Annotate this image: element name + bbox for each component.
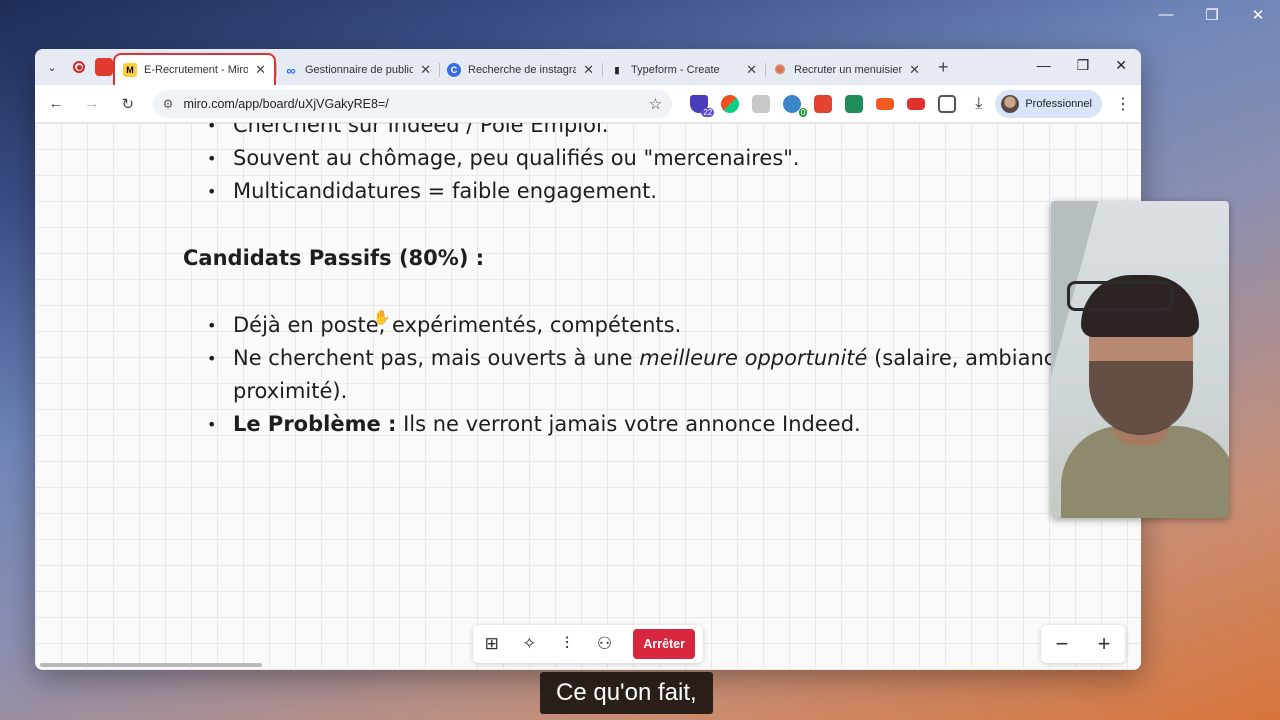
site-settings-icon[interactable]: ⚙ bbox=[163, 97, 174, 111]
url-text[interactable]: miro.com/app/board/uXjVGakyRE8=/ bbox=[183, 97, 638, 111]
bottom-toolbar: ⊞ ✧ ⫶ ⚇ Arrêter bbox=[473, 625, 703, 663]
profile-name: Professionnel bbox=[1025, 97, 1092, 110]
browser-restore-button[interactable]: ❐ bbox=[1077, 57, 1090, 74]
shapes-add-icon[interactable]: ⊞ bbox=[481, 634, 503, 654]
tab-instagram-search[interactable]: C Recherche de instagram ✕ bbox=[439, 55, 602, 85]
download-icon[interactable]: ⤓ bbox=[975, 95, 982, 113]
bullet-text: Ils ne verront jamais votre annonce Inde… bbox=[396, 412, 861, 436]
webcam-overlay bbox=[1051, 201, 1229, 518]
new-tab-button[interactable]: + bbox=[938, 57, 949, 78]
address-bar[interactable]: ⚙ miro.com/app/board/uXjVGakyRE8=/ ☆ bbox=[152, 89, 673, 118]
bullet-text: Ne cherchent pas, mais ouverts à une bbox=[233, 346, 640, 370]
puzzle-extensions-icon[interactable] bbox=[938, 94, 957, 113]
browser-window: ⌄ M E-Recrutement - Miro ✕ ∞ Gestionnair… bbox=[35, 49, 1141, 670]
typeform-icon: ▮ bbox=[614, 64, 620, 75]
reload-icon[interactable]: ↻ bbox=[117, 95, 139, 113]
os-restore-button[interactable]: ❐ bbox=[1202, 6, 1222, 24]
extension-badge: 0 bbox=[798, 107, 808, 117]
browser-toolbar: ← → ↻ ⚙ miro.com/app/board/uXjVGakyRE8=/… bbox=[35, 85, 1141, 123]
glasses-icon bbox=[1067, 281, 1173, 311]
miro-board-canvas[interactable]: Cherchent sur Indeed / Pôle Emploi. Souv… bbox=[35, 123, 1141, 670]
chevron-down-icon: ⌄ bbox=[47, 61, 57, 74]
section-heading: Candidats Passifs (80%) : bbox=[183, 246, 485, 270]
more-menu-icon[interactable]: ⋮ bbox=[1115, 94, 1131, 114]
code-extension-icon[interactable] bbox=[752, 94, 771, 113]
extensions-area: 22 0 ⤓ Professionnel ⋮ bbox=[690, 89, 1131, 118]
close-icon[interactable]: ✕ bbox=[255, 62, 266, 78]
bullet-item: Ne cherchent pas, mais ouverts à une mei… bbox=[183, 342, 1141, 408]
bullet-item: Multicandidatures = faible engagement. bbox=[183, 175, 1141, 208]
tab-group-icon[interactable] bbox=[95, 58, 113, 76]
bullet-bold-label: Le Problème : bbox=[233, 412, 397, 436]
bullet-item: Cherchent sur Indeed / Pôle Emploi. bbox=[183, 123, 1141, 142]
meta-icon: ∞ bbox=[286, 62, 296, 78]
profile-button[interactable]: Professionnel bbox=[995, 89, 1102, 118]
tab-meta-ads[interactable]: ∞ Gestionnaire de publicités ✕ bbox=[276, 55, 439, 85]
os-close-button[interactable]: ✕ bbox=[1248, 6, 1268, 24]
tab-title: Gestionnaire de publicités bbox=[305, 64, 414, 76]
miro-icon: M bbox=[123, 63, 137, 77]
tab-title: E-Recrutement - Miro bbox=[144, 64, 249, 76]
pdf-extension-icon[interactable] bbox=[907, 97, 926, 110]
zoom-in-button[interactable]: + bbox=[1098, 631, 1111, 657]
back-icon[interactable]: ← bbox=[45, 95, 67, 112]
figma-extension-icon[interactable] bbox=[721, 94, 740, 113]
add-user-icon[interactable]: ⚇ bbox=[594, 634, 616, 654]
celebrate-icon[interactable]: ✧ bbox=[519, 634, 541, 654]
avatar bbox=[1001, 94, 1020, 113]
tabs: M E-Recrutement - Miro ✕ ∞ Gestionnaire … bbox=[113, 49, 949, 85]
os-window-controls: — ❐ ✕ bbox=[1156, 6, 1268, 24]
record-icon[interactable] bbox=[73, 61, 85, 73]
claude-icon: ✺ bbox=[774, 62, 786, 77]
green-extension-icon[interactable] bbox=[845, 94, 864, 113]
bullet-item: Le Problème : Ils ne verront jamais votr… bbox=[183, 408, 1141, 441]
tab-typeform[interactable]: ▮ Typeform - Create ✕ bbox=[602, 55, 765, 85]
horizontal-scrollbar[interactable] bbox=[40, 663, 262, 667]
os-minimize-button[interactable]: — bbox=[1156, 6, 1176, 24]
video-extension-icon[interactable] bbox=[876, 97, 895, 110]
extension-badge: 22 bbox=[701, 107, 715, 117]
tab-recruter[interactable]: ✺ Recruter un menuisier ✕ bbox=[765, 55, 928, 85]
video-subtitle: Ce qu'on fait, bbox=[540, 672, 713, 714]
tab-search-button[interactable]: ⌄ bbox=[41, 56, 63, 78]
globe-extension-icon[interactable]: 0 bbox=[783, 94, 808, 117]
tab-title: Recruter un menuisier bbox=[794, 64, 903, 76]
bullet-emphasis: meilleure opportunité bbox=[639, 346, 868, 370]
tab-strip: ⌄ M E-Recrutement - Miro ✕ ∞ Gestionnair… bbox=[35, 49, 1141, 85]
browser-minimize-button[interactable]: — bbox=[1037, 57, 1051, 74]
sliders-icon[interactable]: ⫶ bbox=[556, 634, 578, 654]
bullet-item: Déjà en poste, expérimentés, compétents. bbox=[183, 309, 1141, 342]
zoom-controls: − + bbox=[1041, 625, 1125, 663]
close-icon[interactable]: ✕ bbox=[909, 62, 920, 78]
browser-window-controls: — ❐ ✕ bbox=[1037, 57, 1127, 74]
tab-title: Typeform - Create bbox=[631, 64, 720, 76]
close-icon[interactable]: ✕ bbox=[420, 62, 431, 78]
close-icon[interactable]: ✕ bbox=[746, 62, 757, 78]
stop-button[interactable]: Arrêter bbox=[633, 629, 695, 659]
zoom-out-button[interactable]: − bbox=[1056, 631, 1069, 657]
board-text-block[interactable]: Cherchent sur Indeed / Pôle Emploi. Souv… bbox=[183, 123, 1141, 441]
tab-miro[interactable]: M E-Recrutement - Miro ✕ bbox=[113, 53, 276, 85]
forward-icon[interactable]: → bbox=[81, 95, 103, 112]
hand-cursor-icon: ✋ bbox=[373, 309, 391, 325]
bullet-item: Souvent au chômage, peu qualifiés ou "me… bbox=[183, 142, 1141, 175]
hat-extension-icon[interactable]: 22 bbox=[690, 94, 715, 117]
close-icon[interactable]: ✕ bbox=[583, 62, 594, 78]
todoist-extension-icon[interactable] bbox=[814, 94, 833, 113]
bookmark-star-icon[interactable]: ☆ bbox=[649, 95, 662, 113]
tab-title: Recherche de instagram bbox=[468, 64, 577, 76]
search-engine-icon: C bbox=[447, 63, 461, 77]
browser-close-button[interactable]: ✕ bbox=[1115, 57, 1127, 74]
